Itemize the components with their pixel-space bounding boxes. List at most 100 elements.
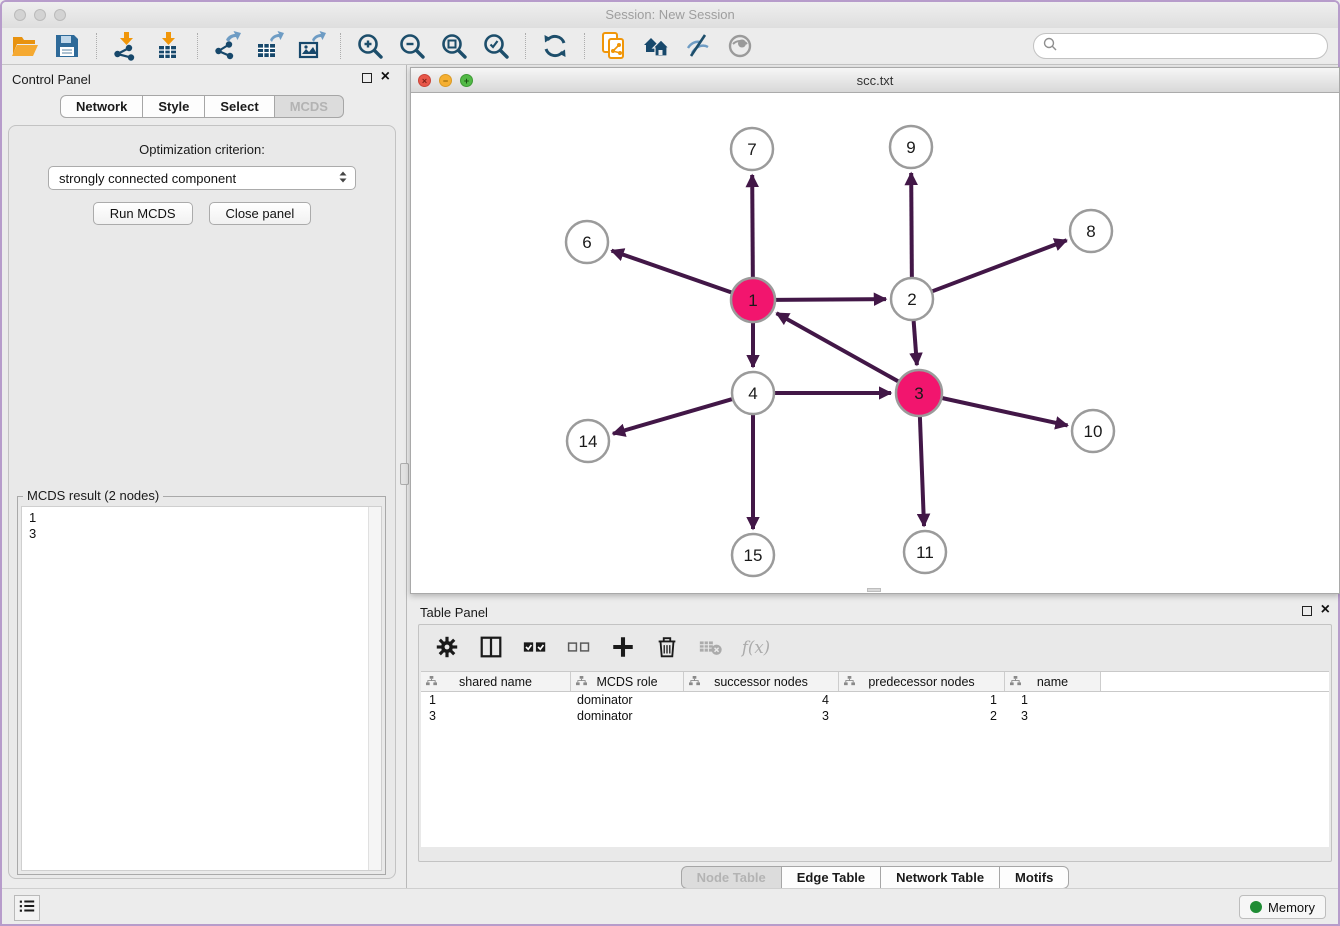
function-builder-icon[interactable]: f(x): [741, 633, 769, 661]
table-container: f(x) shared nameMCDS rolesuccessor nodes…: [418, 624, 1332, 862]
svg-text:2: 2: [907, 290, 916, 309]
add-column-icon[interactable]: [609, 633, 637, 661]
table-row[interactable]: 3dominator323: [421, 708, 1329, 724]
close-panel-icon[interactable]: ×: [381, 68, 390, 86]
network-canvas[interactable]: 7 9 6 8 1 2 4 3 14 10 15 11: [411, 93, 1339, 593]
clone-network-icon[interactable]: [599, 31, 629, 61]
table-tabbar: Node Table Edge Table Network Table Moti…: [681, 866, 1070, 889]
table-close-icon[interactable]: ×: [1321, 601, 1330, 619]
graph-node-10[interactable]: 10: [1072, 410, 1114, 452]
memory-label: Memory: [1268, 900, 1315, 915]
graph-edge-2-8[interactable]: [933, 240, 1067, 291]
search-field[interactable]: [1033, 33, 1328, 59]
tab-style[interactable]: Style: [143, 95, 205, 118]
column-header[interactable]: MCDS role: [571, 672, 684, 691]
criterion-select[interactable]: strongly connected component: [48, 166, 356, 190]
control-panel: Control Panel × Network Style Select MCD…: [2, 65, 402, 880]
svg-text:15: 15: [744, 546, 763, 565]
graph-node-4[interactable]: 4: [732, 372, 774, 414]
graph-node-2[interactable]: 2: [891, 278, 933, 320]
svg-text:8: 8: [1086, 222, 1095, 241]
graph-edge-2-9[interactable]: [911, 173, 912, 277]
tab-network-table[interactable]: Network Table: [881, 866, 1000, 889]
column-layout-icon[interactable]: [477, 633, 505, 661]
mcds-panel: Optimization criterion: strongly connect…: [8, 125, 396, 879]
tab-select[interactable]: Select: [205, 95, 274, 118]
network-graph: 7 9 6 8 1 2 4 3 14 10 15 11: [411, 93, 1339, 593]
graph-edge-1-2[interactable]: [776, 299, 886, 300]
control-panel-tabbar: Network Style Select MCDS: [60, 95, 344, 118]
open-session-icon[interactable]: [10, 31, 40, 61]
tab-mcds[interactable]: MCDS: [275, 95, 344, 118]
mcds-result-title: MCDS result (2 nodes): [23, 488, 163, 503]
network-resize-handle[interactable]: [867, 588, 881, 592]
svg-text:f(x): f(x): [741, 638, 769, 657]
graph-node-1[interactable]: 1: [731, 278, 775, 322]
export-image-icon[interactable]: [296, 31, 326, 61]
memory-button[interactable]: Memory: [1239, 895, 1326, 919]
zoom-fit-icon[interactable]: [439, 31, 469, 61]
graph-node-15[interactable]: 15: [732, 534, 774, 576]
tab-network[interactable]: Network: [60, 95, 143, 118]
graph-edge-3-11[interactable]: [920, 417, 924, 526]
select-all-columns-icon[interactable]: [521, 633, 549, 661]
close-panel-button[interactable]: Close panel: [209, 202, 312, 225]
import-table-icon[interactable]: [153, 31, 183, 61]
graph-node-14[interactable]: 14: [567, 420, 609, 462]
application-window: Session: New Session: [0, 0, 1340, 926]
table-row[interactable]: 1dominator411: [421, 692, 1329, 708]
graph-node-3[interactable]: 3: [896, 370, 942, 416]
optimization-criterion-label: Optimization criterion:: [9, 142, 395, 157]
graph-edge-4-14[interactable]: [613, 399, 732, 434]
delete-column-icon[interactable]: [653, 633, 681, 661]
column-header[interactable]: shared name: [421, 672, 571, 691]
workspace: Control Panel × Network Style Select MCD…: [2, 65, 1338, 892]
task-history-button[interactable]: [14, 895, 40, 921]
column-header[interactable]: predecessor nodes: [839, 672, 1005, 691]
graph-edge-1-7[interactable]: [752, 175, 753, 277]
hide-panels-icon[interactable]: [683, 31, 713, 61]
export-network-icon[interactable]: [212, 31, 242, 61]
memory-status-icon: [1250, 901, 1262, 913]
graph-node-6[interactable]: 6: [566, 221, 608, 263]
import-network-icon[interactable]: [111, 31, 141, 61]
status-bar: Memory: [2, 888, 1338, 924]
export-table-icon[interactable]: [254, 31, 284, 61]
zoom-in-icon[interactable]: [355, 31, 385, 61]
mcds-result-text[interactable]: 13: [21, 506, 382, 871]
graph-node-11[interactable]: 11: [904, 531, 946, 573]
search-input[interactable]: [1058, 36, 1327, 56]
tab-motifs[interactable]: Motifs: [1000, 866, 1069, 889]
column-header[interactable]: successor nodes: [684, 672, 839, 691]
zoom-out-icon[interactable]: [397, 31, 427, 61]
table-panel: Table Panel ×: [410, 599, 1340, 892]
table-float-icon[interactable]: [1302, 606, 1312, 616]
window-title: Session: New Session: [2, 7, 1338, 22]
apply-layout-icon[interactable]: [540, 31, 570, 61]
graph-edge-1-6[interactable]: [612, 251, 732, 293]
graph-node-8[interactable]: 8: [1070, 210, 1112, 252]
svg-text:14: 14: [579, 432, 598, 451]
run-mcds-button[interactable]: Run MCDS: [93, 202, 193, 225]
float-panel-icon[interactable]: [362, 73, 372, 83]
save-session-icon[interactable]: [52, 31, 82, 61]
zoom-selected-icon[interactable]: [481, 31, 511, 61]
network-window-titlebar[interactable]: × − + scc.txt: [411, 68, 1339, 93]
home-icon[interactable]: [641, 31, 671, 61]
column-header[interactable]: name: [1005, 672, 1101, 691]
result-scrollbar[interactable]: [368, 507, 381, 870]
toolbar-separator: [525, 33, 526, 59]
graph-edge-3-1[interactable]: [777, 313, 899, 381]
table-settings-gear-icon[interactable]: [433, 633, 461, 661]
graph-node-7[interactable]: 7: [731, 128, 773, 170]
graph-edge-3-10[interactable]: [942, 398, 1067, 425]
tab-node-table[interactable]: Node Table: [681, 866, 782, 889]
graph-edge-2-3[interactable]: [914, 321, 917, 365]
delete-table-icon[interactable]: [697, 633, 725, 661]
search-icon: [1042, 36, 1058, 57]
graph-node-9[interactable]: 9: [890, 126, 932, 168]
unselect-all-columns-icon[interactable]: [565, 633, 593, 661]
svg-text:6: 6: [582, 233, 591, 252]
tab-edge-table[interactable]: Edge Table: [782, 866, 881, 889]
eye-icon[interactable]: [725, 31, 755, 61]
